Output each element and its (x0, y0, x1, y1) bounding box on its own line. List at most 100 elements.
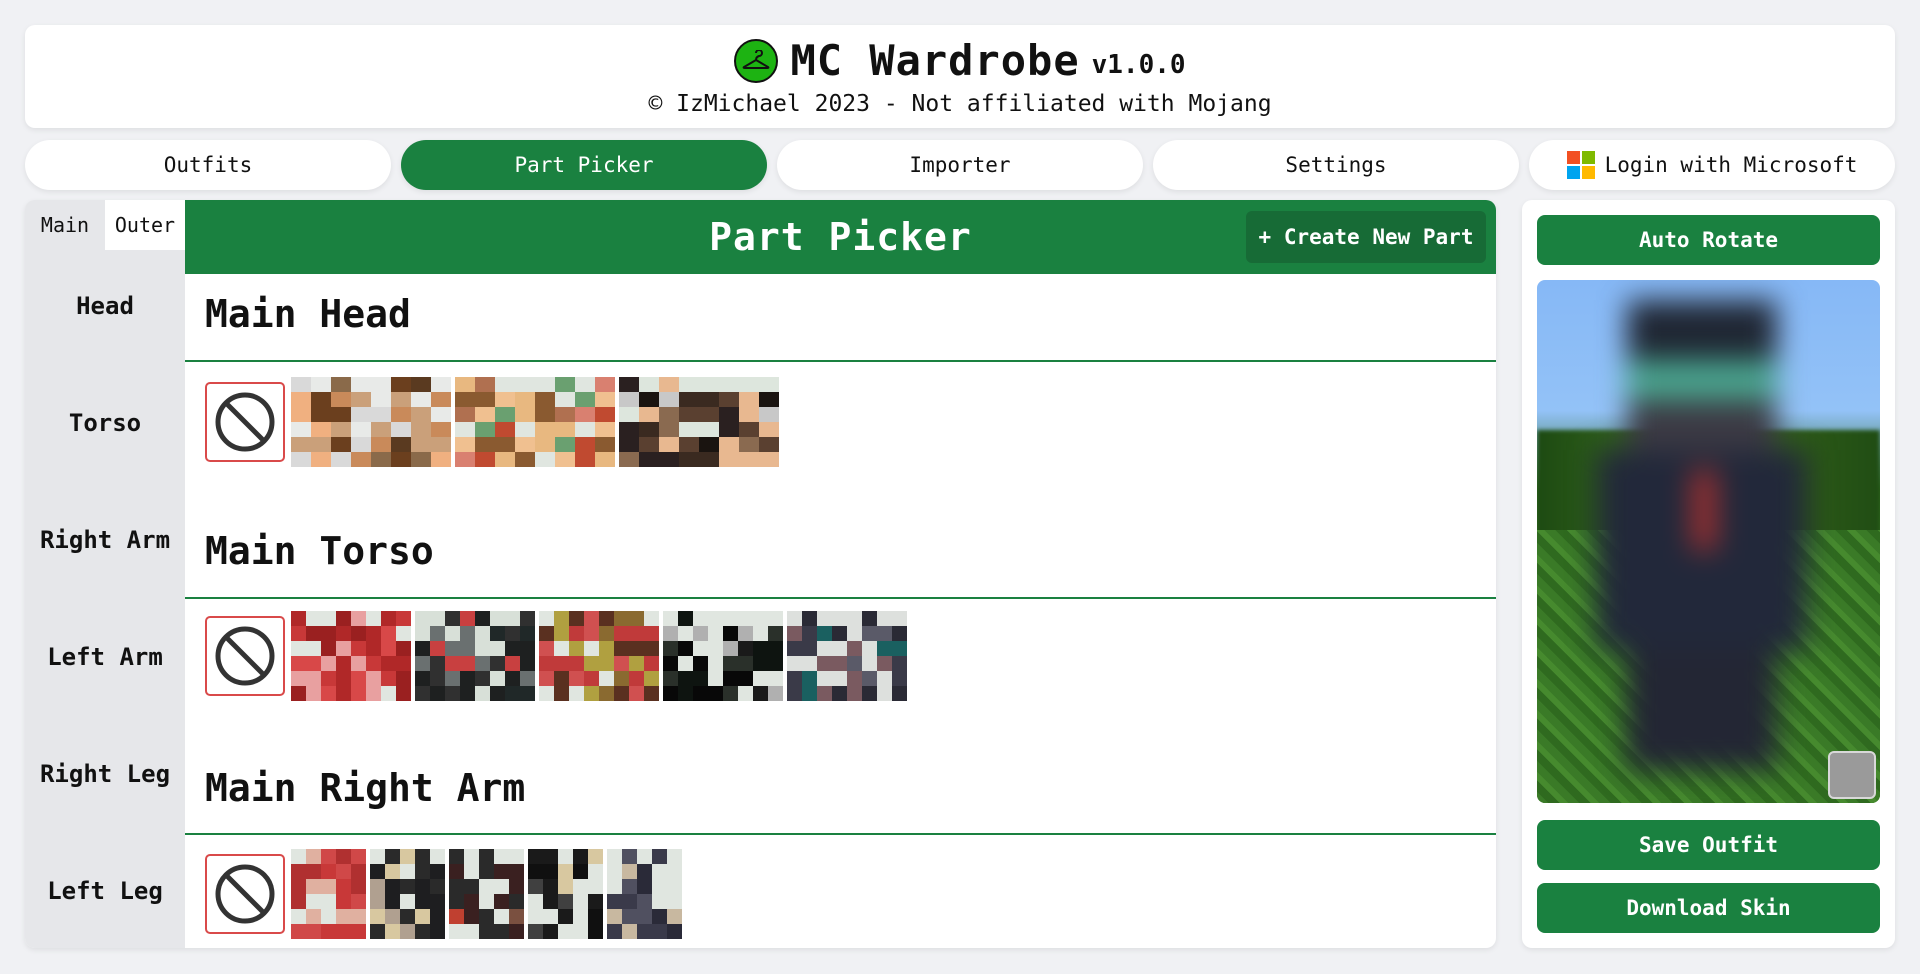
auto-rotate-button[interactable]: Auto Rotate (1537, 215, 1880, 265)
part-thumbnail[interactable] (415, 611, 535, 701)
pixel (321, 849, 336, 864)
pixel (555, 392, 575, 407)
save-outfit-button[interactable]: Save Outfit (1537, 820, 1880, 870)
part-thumbnail[interactable] (291, 377, 451, 467)
layer-tab-outer[interactable]: Outer (105, 200, 185, 250)
pixel (431, 407, 451, 422)
pixel (475, 437, 495, 452)
pixel (464, 894, 479, 909)
pixel (569, 641, 584, 656)
pixel (877, 656, 892, 671)
pixel (832, 626, 847, 641)
section-title-torso: Main Torso (205, 529, 434, 573)
pixel (759, 392, 779, 407)
pixel (336, 849, 351, 864)
pixel (622, 879, 637, 894)
layer-tab-main[interactable]: Main (25, 200, 105, 250)
part-thumbnail[interactable] (787, 611, 907, 701)
pixel (321, 864, 336, 879)
pixel (528, 864, 543, 879)
pixel (400, 849, 415, 864)
pixel (678, 671, 693, 686)
pixel (787, 626, 802, 641)
pixel (738, 671, 753, 686)
part-thumbnail[interactable] (370, 849, 445, 939)
pixel (479, 864, 494, 879)
sidebar-item-torso[interactable]: Torso (25, 409, 185, 437)
part-thumbnail[interactable] (291, 849, 366, 939)
pixel (607, 909, 622, 924)
part-thumbnail[interactable] (291, 611, 411, 701)
sidebar-item-head[interactable]: Head (25, 292, 185, 320)
pixel (494, 849, 509, 864)
pixel (381, 641, 396, 656)
pixel (739, 452, 759, 467)
fullscreen-toggle[interactable] (1828, 751, 1876, 799)
pixel (385, 924, 400, 939)
pixel (614, 671, 629, 686)
tab-outfits[interactable]: Outfits (25, 140, 391, 190)
pixel (321, 626, 336, 641)
pixel (693, 686, 708, 701)
pixel (693, 656, 708, 671)
pixel (699, 452, 719, 467)
pixel (370, 849, 385, 864)
pixel (543, 909, 558, 924)
pixel (460, 656, 475, 671)
create-new-part-button[interactable]: + Create New Part (1246, 211, 1486, 263)
pixel (877, 626, 892, 641)
pixel (396, 686, 411, 701)
none-part-button[interactable] (205, 382, 285, 462)
pixel (415, 656, 430, 671)
none-part-button[interactable] (205, 854, 285, 934)
pixel (490, 671, 505, 686)
pixel (817, 611, 832, 626)
pixel (366, 671, 381, 686)
pixel (892, 626, 907, 641)
pixel (892, 611, 907, 626)
pixel (351, 641, 366, 656)
tab-importer[interactable]: Importer (777, 140, 1143, 190)
download-skin-button[interactable]: Download Skin (1537, 883, 1880, 933)
sidebar-item-right-leg[interactable]: Right Leg (25, 760, 185, 788)
part-thumbnail[interactable] (607, 849, 682, 939)
pixel (336, 879, 351, 894)
pixel (370, 924, 385, 939)
pixel (321, 924, 336, 939)
pixel (475, 641, 490, 656)
none-part-button[interactable] (205, 616, 285, 696)
sidebar-item-left-arm[interactable]: Left Arm (25, 643, 185, 671)
pixel (331, 392, 351, 407)
pixel (306, 849, 321, 864)
pixel (509, 849, 524, 864)
pixel (411, 452, 431, 467)
pixel (693, 641, 708, 656)
pixel (449, 894, 464, 909)
pixel (768, 671, 783, 686)
part-thumbnail[interactable] (449, 849, 524, 939)
pixel (659, 452, 679, 467)
tab-part-picker[interactable]: Part Picker (401, 140, 767, 190)
part-thumbnail[interactable] (663, 611, 783, 701)
pixel (679, 407, 699, 422)
pixel (708, 686, 723, 701)
pixel (475, 671, 490, 686)
part-thumbnail[interactable] (455, 377, 615, 467)
pixel (554, 656, 569, 671)
sidebar-item-left-leg[interactable]: Left Leg (25, 877, 185, 905)
part-thumbnail[interactable] (528, 849, 603, 939)
login-microsoft-button[interactable]: Login with Microsoft (1529, 140, 1895, 190)
pixel (306, 656, 321, 671)
tab-settings[interactable]: Settings (1153, 140, 1519, 190)
pixel (306, 641, 321, 656)
hanger-icon (734, 38, 779, 83)
pixel (479, 879, 494, 894)
tab-importer-label: Importer (909, 153, 1011, 177)
sidebar-item-right-arm[interactable]: Right Arm (25, 526, 185, 554)
pixel (663, 641, 678, 656)
skin-3d-viewer[interactable] (1537, 280, 1880, 803)
part-thumbnail[interactable] (619, 377, 779, 467)
part-thumbnail[interactable] (539, 611, 659, 701)
pixel (321, 671, 336, 686)
no-entry-icon (215, 392, 275, 452)
